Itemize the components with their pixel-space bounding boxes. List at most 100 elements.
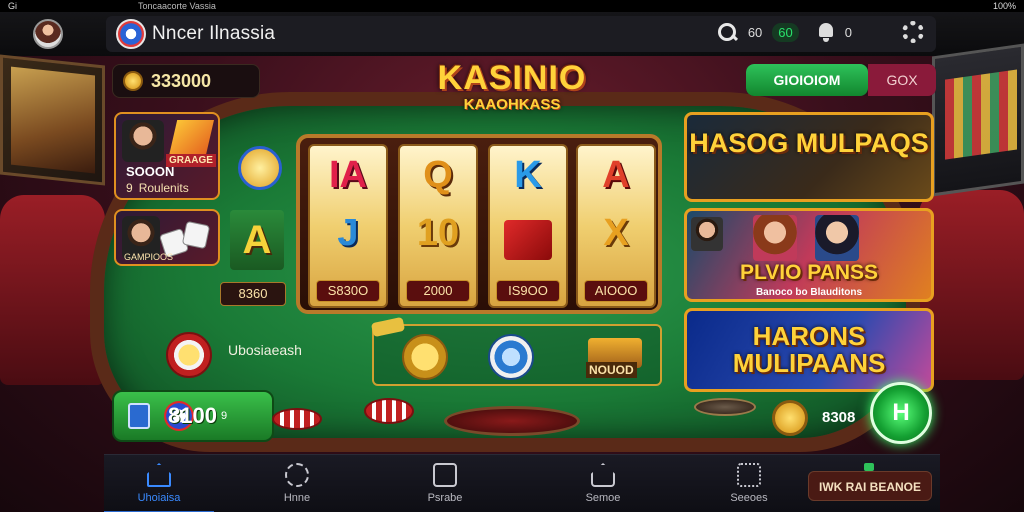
reel: IA J S830O xyxy=(308,144,388,308)
reel: K IS9OO xyxy=(488,144,568,308)
app-title: Nncer Ilnassia xyxy=(152,23,276,44)
bell-icon[interactable] xyxy=(817,22,835,42)
slot-reels[interactable]: IA J S830O Q 10 2000 K IS9OO A X AIOOO xyxy=(296,134,662,314)
player-card-subtitle: 9 Roulenits xyxy=(126,181,189,195)
nav-label: Hnne xyxy=(283,492,311,504)
treasure-label: NOUOD xyxy=(586,362,637,378)
player-card-icon-number: 9 xyxy=(126,181,133,195)
painting-image xyxy=(11,66,95,174)
nav-label: Semoe xyxy=(585,492,621,504)
player-card[interactable]: GAMPIOOS xyxy=(114,209,220,266)
bet-amount-box[interactable]: 8100 9 xyxy=(112,390,274,442)
nav-item-settings[interactable]: Seeoes xyxy=(694,455,804,512)
status-left-text: Gi xyxy=(8,1,17,11)
nav-label: Psrabe xyxy=(427,492,463,504)
reel-symbol-mid: J xyxy=(337,212,359,254)
armchair-right xyxy=(919,190,1024,380)
bet-suffix: 9 xyxy=(220,410,228,422)
tab-primary[interactable]: GIOIOIOM xyxy=(746,64,868,96)
chip-icon[interactable] xyxy=(166,332,212,378)
cta-indicator-icon xyxy=(864,463,874,471)
tab-secondary[interactable]: GOX xyxy=(868,64,936,96)
search-icon[interactable] xyxy=(716,21,738,43)
chip-stack xyxy=(272,408,322,430)
reel: Q 10 2000 xyxy=(398,144,478,308)
brand-logo-icon xyxy=(116,19,146,49)
coin-icon xyxy=(123,71,143,91)
balance-value: 333000 xyxy=(151,70,212,91)
reel-symbol-top: Q xyxy=(423,154,453,196)
blue-chip[interactable] xyxy=(488,334,534,380)
promo-banner[interactable]: HARONS MULIPAANS xyxy=(684,308,934,392)
player-card-title: SOOON xyxy=(126,164,175,179)
red-envelope-icon xyxy=(504,220,552,260)
reel-symbol-mid: 10 xyxy=(416,212,460,254)
status-right-text: 100% xyxy=(992,1,1016,11)
player-card-tag: GAMPIOOS xyxy=(124,252,174,262)
left-column-value: 8360 xyxy=(220,282,286,306)
player-card[interactable]: GRAAGE SOOON 9 Roulenits xyxy=(114,112,220,200)
top-actions: 60 60 0 xyxy=(716,21,924,43)
reel-value: S830O xyxy=(316,280,380,302)
nav-label: Uhoiaisa xyxy=(137,492,181,504)
nav-item-chips[interactable]: Hnne xyxy=(242,455,352,512)
coin-balance[interactable]: 333000 xyxy=(112,64,260,98)
profile-avatar-icon[interactable] xyxy=(33,19,63,49)
cards-icon xyxy=(433,463,457,487)
wall-painting xyxy=(0,54,105,186)
table-card-slot xyxy=(444,406,580,436)
house-icon xyxy=(591,463,615,487)
reel-symbol-top: A xyxy=(602,154,630,196)
bottom-navigation: Uhoiaisa Hnne Psrabe Semoe Seeoes IWK RA… xyxy=(104,454,940,512)
title-bar: Nncer Ilnassia 60 60 0 xyxy=(106,16,936,52)
slot-machine-screen xyxy=(945,69,1017,160)
status-center-text: Toncaacorte Vassia xyxy=(138,1,216,11)
reel-symbol-mid: X xyxy=(603,212,629,254)
settings-icon xyxy=(737,463,761,487)
nav-item-home[interactable]: Uhoiaisa xyxy=(104,455,214,512)
counter-b-badge: 60 xyxy=(772,22,799,42)
reel-symbol-top: IA xyxy=(329,154,367,196)
chip-icon xyxy=(285,463,309,487)
host-avatar xyxy=(815,215,859,261)
slot-machine-decor xyxy=(932,43,1024,197)
top-app-bar: Nncer Ilnassia 60 60 0 xyxy=(0,12,1024,56)
reel-symbol-top: K xyxy=(514,154,542,196)
promo-banner[interactable]: HASOG MULPAQS xyxy=(684,112,934,202)
player-avatar xyxy=(122,120,164,162)
promo-banner[interactable]: PLVIO PANSS Banoco bo Blauditons xyxy=(684,208,934,302)
reel-value: AIOOO xyxy=(584,280,648,302)
counter-a: 60 xyxy=(747,24,763,40)
reward-value: 8308 xyxy=(822,409,856,426)
nav-item-house[interactable]: Semoe xyxy=(548,455,658,512)
chip-selector: NOUOD xyxy=(372,324,662,386)
player-card-game-name: Roulenits xyxy=(138,181,189,195)
bet-value: 8100 xyxy=(168,403,217,428)
reel-value: IS9OO xyxy=(496,280,560,302)
notification-count: 0 xyxy=(844,24,852,40)
emblem-icon xyxy=(238,146,282,190)
spin-button[interactable]: H xyxy=(870,382,932,444)
promo-title: HASOG MULPAQS xyxy=(689,128,929,158)
side-label: Ubosiaeash xyxy=(228,342,302,358)
chip-stack xyxy=(364,398,414,424)
mode-tabs: GIOIOIOM GOX xyxy=(746,64,936,96)
system-status-bar: Gi Toncaacorte Vassia 100% xyxy=(0,0,1024,12)
nav-cta-button[interactable]: IWK RAI BEANOE xyxy=(808,471,932,501)
reel: A X AIOOO xyxy=(576,144,656,308)
home-icon xyxy=(147,463,171,487)
card-icon xyxy=(128,403,150,429)
promo-subtitle: Banoco bo Blauditons xyxy=(755,287,863,298)
gear-icon[interactable] xyxy=(902,21,924,43)
host-avatar xyxy=(753,215,797,261)
nav-label: Seeoes xyxy=(730,492,768,504)
host-avatar xyxy=(691,217,723,251)
promo-title: HARONS MULIPAANS xyxy=(732,321,886,378)
logo-title: KASINIO xyxy=(437,59,587,97)
nav-item-cards[interactable]: Psrabe xyxy=(390,455,500,512)
logo-subtitle: KAAOHKASS xyxy=(463,96,561,113)
symbol-a: A xyxy=(230,210,284,270)
game-logo: KASINIO KAAOHKASS xyxy=(420,60,604,124)
gold-coin-chip[interactable] xyxy=(402,334,448,380)
reward-coin-icon[interactable] xyxy=(772,400,808,436)
